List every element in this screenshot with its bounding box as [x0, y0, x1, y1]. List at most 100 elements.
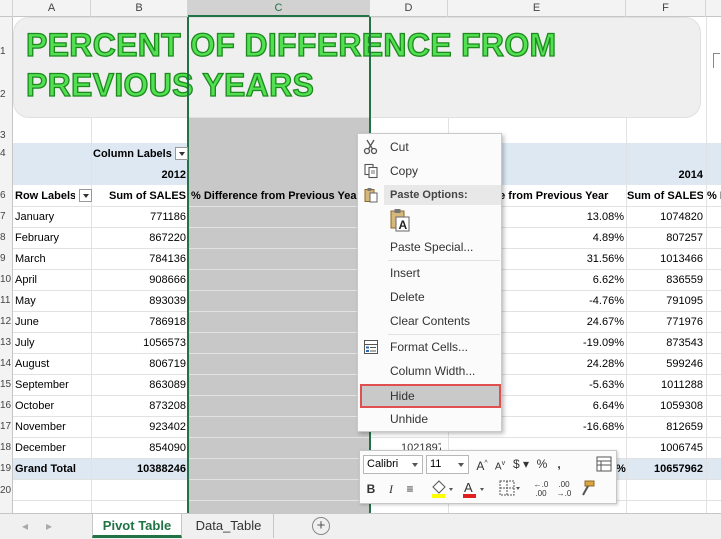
row-header-2[interactable]: 2: [0, 89, 12, 100]
borders-icon[interactable]: [499, 480, 523, 498]
font-size-combo[interactable]: 11: [426, 455, 469, 474]
row-header-10[interactable]: 10: [0, 274, 12, 285]
tab-pivot-table[interactable]: Pivot Table: [92, 514, 182, 538]
row-header-19[interactable]: 19: [0, 463, 12, 474]
column-header-d[interactable]: D: [370, 0, 448, 17]
column-header-g[interactable]: [706, 0, 721, 17]
pct-diff-cell: -19.09%: [583, 337, 624, 349]
sales-2014-cell: 1074820: [660, 211, 703, 223]
row-header-9[interactable]: 9: [0, 253, 12, 264]
decrease-font-icon[interactable]: Av: [492, 455, 508, 473]
sales-2012-cell: 786918: [149, 316, 186, 328]
format-painter-table-icon[interactable]: [596, 456, 612, 472]
menu-item-delete[interactable]: Delete: [358, 286, 501, 308]
row-header-20[interactable]: 20: [0, 485, 12, 496]
column-header-f[interactable]: F: [626, 0, 706, 17]
grand-total-2014: 10657962: [654, 463, 703, 475]
menu-item-column-width[interactable]: Column Width...: [358, 360, 501, 382]
column-header-c[interactable]: C: [188, 0, 370, 17]
row-header-14[interactable]: 14: [0, 358, 12, 369]
menu-item-format-cells[interactable]: Format Cells...: [358, 336, 501, 358]
month-label: March: [15, 253, 46, 265]
italic-icon[interactable]: I: [384, 480, 398, 498]
menu-item-hide[interactable]: Hide: [360, 384, 501, 408]
sales-2014-cell: 873543: [666, 337, 703, 349]
tab-data-table[interactable]: Data_Table: [184, 514, 274, 538]
month-label: November: [15, 421, 66, 433]
menu-separator: [388, 334, 500, 335]
column-header-b[interactable]: B: [91, 0, 188, 17]
context-menu[interactable]: Cut Copy Paste Options: A Paste Special.…: [357, 133, 502, 432]
row-header-3[interactable]: 3: [0, 130, 12, 141]
pct-diff-cell: 31.56%: [586, 253, 624, 265]
year-2014-label: 2014: [678, 169, 703, 181]
row-header-13[interactable]: 13: [0, 337, 12, 348]
menu-item-cut[interactable]: Cut: [358, 136, 501, 158]
bold-icon[interactable]: B: [364, 480, 378, 498]
row-labels-header: Row Labels: [15, 190, 75, 202]
column-labels-filter-button[interactable]: [175, 147, 188, 160]
row-header-11[interactable]: 11: [0, 295, 12, 306]
menu-item-insert[interactable]: Insert: [358, 262, 501, 284]
column-header-a[interactable]: A: [13, 0, 91, 17]
month-label: April: [15, 274, 38, 286]
percent-format-icon[interactable]: %: [535, 455, 549, 473]
sales-2014-cell: 812659: [666, 421, 703, 433]
format-painter-icon[interactable]: [578, 480, 596, 498]
pct-diff-cell: 24.67%: [586, 316, 624, 328]
sales-2014-cell: 1011288: [660, 379, 703, 391]
sales-2014-cell: 836559: [666, 274, 703, 286]
sales-2014-cell: 807257: [666, 232, 703, 244]
menu-item-paste-special[interactable]: Paste Special...: [358, 236, 501, 258]
month-label: June: [15, 316, 39, 328]
grand-total-pct: %: [616, 463, 626, 475]
row-header-4[interactable]: 4: [0, 148, 12, 159]
paste-keep-formatting-icon[interactable]: A: [389, 208, 411, 232]
menu-item-unhide[interactable]: Unhide: [358, 408, 501, 430]
row-header-8[interactable]: 8: [0, 232, 12, 243]
month-label: December: [15, 442, 66, 454]
font-color-icon[interactable]: A: [461, 479, 487, 499]
month-label: July: [15, 337, 35, 349]
tab-scroll-left-icon[interactable]: ◂: [18, 517, 32, 535]
row-labels-filter-button[interactable]: [79, 189, 92, 202]
pct-diff-cell: -5.63%: [589, 379, 624, 391]
select-all-corner[interactable]: [0, 0, 13, 17]
menu-item-clear-contents[interactable]: Clear Contents: [358, 310, 501, 332]
gridline: [706, 17, 707, 513]
selection-border-left: [187, 17, 189, 513]
sales-2012-cell: 873208: [149, 400, 186, 412]
row-header-12[interactable]: 12: [0, 316, 12, 327]
font-name-combo[interactable]: Calibri: [363, 455, 423, 474]
row-header-16[interactable]: 16: [0, 400, 12, 411]
sales-2014-cell: 599246: [666, 358, 703, 370]
sales-2012-cell: 806719: [149, 358, 186, 370]
column-header-e[interactable]: E: [448, 0, 626, 17]
add-sheet-icon[interactable]: +: [312, 517, 330, 535]
fill-color-icon[interactable]: [430, 479, 456, 499]
decrease-decimal-icon[interactable]: .00 →.0: [554, 480, 574, 498]
row-header-bar: 1 2 3 4 6 7 8 9 10 11 12 13 14 15 16 17 …: [0, 17, 13, 513]
menu-item-copy[interactable]: Copy: [358, 160, 501, 182]
column-c-selection[interactable]: [188, 117, 370, 513]
menu-separator: [388, 260, 500, 261]
row-header-17[interactable]: 17: [0, 421, 12, 432]
row-header-6[interactable]: 6: [0, 190, 12, 201]
tab-scroll-right-icon[interactable]: ▸: [42, 517, 56, 535]
paste-options-header: Paste Options:: [384, 185, 501, 205]
comma-style-icon[interactable]: ,: [552, 455, 566, 473]
currency-format-icon[interactable]: $ ▾: [510, 455, 532, 473]
sales-2014-cell: 771976: [666, 316, 703, 328]
row-header-18[interactable]: 18: [0, 442, 12, 453]
row-header-1[interactable]: 1: [0, 46, 12, 57]
mini-toolbar[interactable]: Calibri 11 A^ Av $ ▾ % , B I ≡ A ←.0.00 …: [359, 450, 617, 504]
row-header-15[interactable]: 15: [0, 379, 12, 390]
pct-diff-cell: 4.89%: [592, 232, 624, 244]
increase-decimal-icon[interactable]: ←.0.00: [531, 480, 551, 498]
align-center-icon[interactable]: ≡: [402, 480, 418, 498]
svg-text:A: A: [399, 218, 408, 232]
pct-diff-cell: 13.08%: [586, 211, 624, 223]
month-label: September: [15, 379, 69, 391]
increase-font-icon[interactable]: A^: [474, 455, 490, 473]
row-header-7[interactable]: 7: [0, 211, 12, 222]
